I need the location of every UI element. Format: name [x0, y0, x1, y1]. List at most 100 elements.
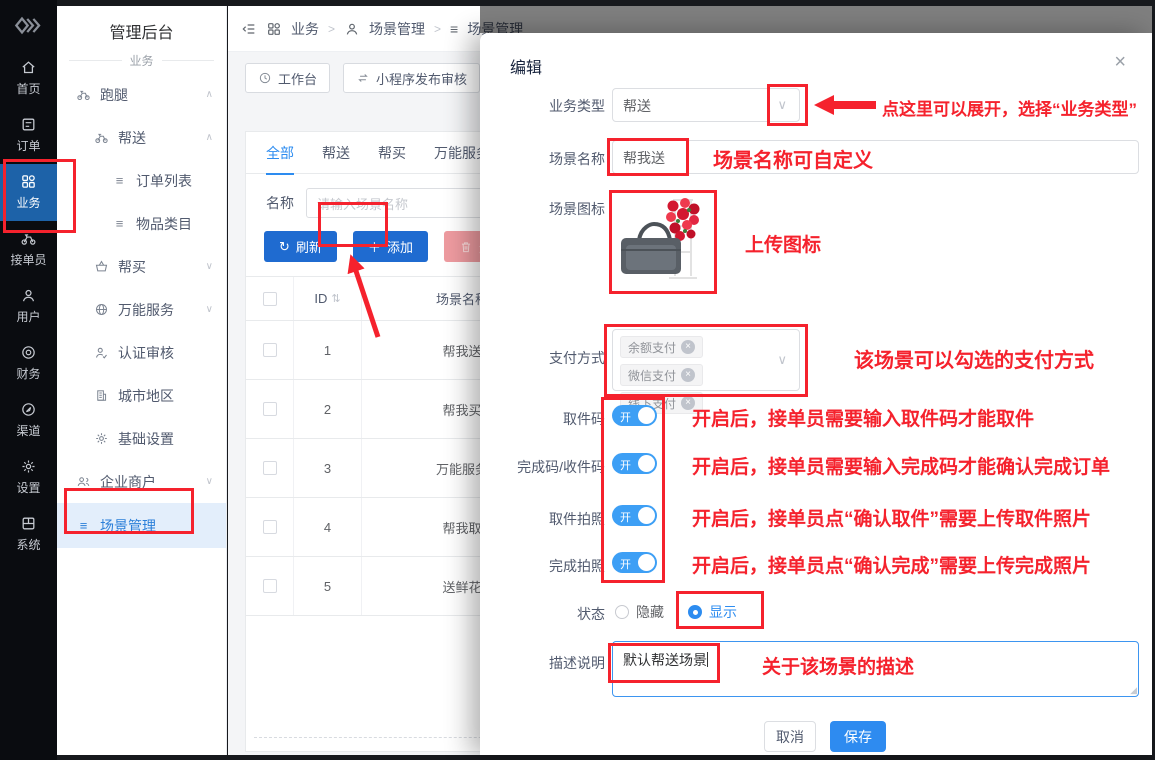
chevron-down-icon[interactable]: ∨	[777, 97, 787, 113]
rail-item-couriers[interactable]: 接单员	[0, 221, 57, 278]
annotation-payment: 该场景可以勾选的支付方式	[854, 344, 1094, 373]
primary-nav-rail: 首页 订单 业务 接单员 用户 财务 渠道 设置 系统	[0, 0, 57, 760]
user-icon	[20, 287, 37, 304]
row-checkbox[interactable]	[263, 520, 277, 534]
save-button[interactable]: 保存	[830, 721, 886, 752]
tab-workbench[interactable]: 工作台	[245, 63, 330, 93]
close-icon[interactable]: ×	[1114, 51, 1126, 74]
order-icon	[20, 116, 37, 133]
finance-icon	[20, 344, 37, 361]
rail-item-system[interactable]: 系统	[0, 506, 57, 563]
biz-type-select[interactable]: 帮送 ∨	[612, 88, 800, 122]
rail-label: 订单	[16, 137, 40, 154]
sidebar-item-enterprise-merchant[interactable]: 企业商户 ∨	[57, 460, 226, 503]
sidebar-item-bangmai[interactable]: 帮买∨	[57, 245, 226, 288]
rail-label: 首页	[16, 80, 40, 97]
status-radio-hidden[interactable]: 隐藏	[615, 602, 664, 622]
search-placeholder: 请输入场景名称	[317, 194, 408, 213]
cancel-button[interactable]: 取消	[764, 721, 816, 752]
field-label-status: 状态	[480, 604, 605, 624]
gear-icon	[93, 431, 110, 446]
breadcrumb-item[interactable]: 业务	[291, 19, 319, 39]
cell-id: 3	[294, 439, 362, 497]
breadcrumb-separator: >	[434, 22, 441, 36]
building-icon	[93, 388, 110, 403]
row-checkbox[interactable]	[263, 402, 277, 416]
tab-miniprogram-review[interactable]: 小程序发布审核	[343, 63, 480, 93]
description-value: 默认帮送场景	[623, 652, 707, 668]
workspace-tabs: 工作台 小程序发布审核	[245, 63, 480, 93]
tab-label: 工作台	[278, 69, 317, 88]
field-label-description: 描述说明	[480, 653, 605, 673]
grid-icon	[266, 21, 282, 37]
status-radio-visible[interactable]: 显示	[688, 602, 737, 622]
sidebar-item-paotui[interactable]: 跑腿∧	[57, 73, 226, 116]
sidebar-item-universal-service[interactable]: 万能服务∨	[57, 288, 226, 331]
breadcrumb-item[interactable]: 场景管理	[369, 19, 425, 39]
annotation-scene-name: 场景名称可自定义	[713, 144, 873, 173]
rail-label: 系统	[16, 536, 40, 553]
refresh-button[interactable]: ↻刷新	[264, 231, 337, 262]
chevron-down-icon[interactable]: ∨	[777, 352, 787, 368]
tab-label: 小程序发布审核	[376, 69, 467, 88]
sidebar-item-label: 企业商户	[100, 472, 156, 492]
rail-item-finance[interactable]: 财务	[0, 335, 57, 392]
rail-item-users[interactable]: 用户	[0, 278, 57, 335]
sidebar-item-basic-settings[interactable]: 基础设置	[57, 417, 226, 460]
pickup-code-toggle[interactable]: 开	[612, 405, 657, 426]
finish-photo-toggle[interactable]: 开	[612, 552, 657, 573]
annotation-finish-photo: 开启后，接单员点“确认完成”需要上传完成照片	[692, 551, 1091, 578]
rider-icon	[75, 87, 92, 102]
row-checkbox[interactable]	[263, 579, 277, 593]
toggle-knob	[638, 554, 655, 571]
sidebar-item-item-category[interactable]: ≡物品类目	[57, 202, 226, 245]
basket-icon	[93, 259, 110, 274]
rail-item-home[interactable]: 首页	[0, 50, 57, 107]
tab-bangmai[interactable]: 帮买	[378, 132, 406, 174]
scene-icon-upload[interactable]	[613, 194, 713, 290]
rail-label: 渠道	[16, 422, 40, 439]
sidebar-item-order-list[interactable]: ≡订单列表	[57, 159, 226, 202]
scene-icon-image	[613, 194, 713, 290]
row-checkbox[interactable]	[263, 461, 277, 475]
sidebar-item-auth-review[interactable]: 认证审核	[57, 331, 226, 374]
radio-icon	[615, 605, 629, 619]
tab-all[interactable]: 全部	[266, 132, 294, 174]
sidebar-title: 管理后台	[57, 6, 226, 52]
rail-label: 业务	[16, 194, 40, 211]
field-label-pickup-photo: 取件拍照	[480, 509, 605, 529]
globe-icon	[93, 302, 110, 317]
rail-item-settings[interactable]: 设置	[0, 449, 57, 506]
biz-type-value: 帮送	[623, 96, 651, 116]
remove-tag-icon[interactable]: ×	[681, 368, 695, 382]
rail-item-business[interactable]: 业务	[0, 164, 57, 221]
chevron-down-icon: ∨	[206, 304, 213, 315]
annotation-finish-code: 开启后，接单员需要输入完成码才能确认完成订单	[692, 452, 1110, 479]
finish-code-toggle[interactable]: 开	[612, 453, 657, 474]
sidebar-item-scene-management[interactable]: ≡场景管理	[57, 503, 226, 548]
remove-tag-icon[interactable]: ×	[681, 340, 695, 354]
sidebar-section-label: 业务	[69, 52, 214, 69]
payment-multiselect[interactable]: 余额支付× 微信支付× 线下支付× ∨	[612, 329, 800, 391]
grid-icon	[20, 173, 37, 190]
collapse-menu-icon[interactable]	[241, 21, 257, 37]
rail-label: 用户	[16, 308, 40, 325]
sidebar-item-city-region[interactable]: 城市地区	[57, 374, 226, 417]
row-checkbox[interactable]	[263, 343, 277, 357]
tab-bangsong[interactable]: 帮送	[322, 132, 350, 174]
rider-icon	[20, 230, 37, 247]
chevron-up-icon: ∧	[206, 132, 213, 143]
select-all-checkbox[interactable]	[263, 292, 277, 306]
rail-item-orders[interactable]: 订单	[0, 107, 57, 164]
rail-item-channel[interactable]: 渠道	[0, 392, 57, 449]
rider-icon	[93, 130, 110, 145]
pickup-photo-toggle[interactable]: 开	[612, 505, 657, 526]
annotation-pickup-code: 开启后，接单员需要输入取件码才能取件	[692, 404, 1034, 431]
chevron-down-icon: ∨	[206, 261, 213, 272]
breadcrumb-separator: >	[328, 22, 335, 36]
chevron-down-icon: ∨	[206, 476, 213, 487]
app-logo	[0, 0, 57, 50]
payment-tag-wechat: 微信支付×	[620, 364, 703, 386]
sidebar-item-bangsong[interactable]: 帮送∧	[57, 116, 226, 159]
scene-name-input[interactable]: 帮我送	[612, 140, 1139, 174]
